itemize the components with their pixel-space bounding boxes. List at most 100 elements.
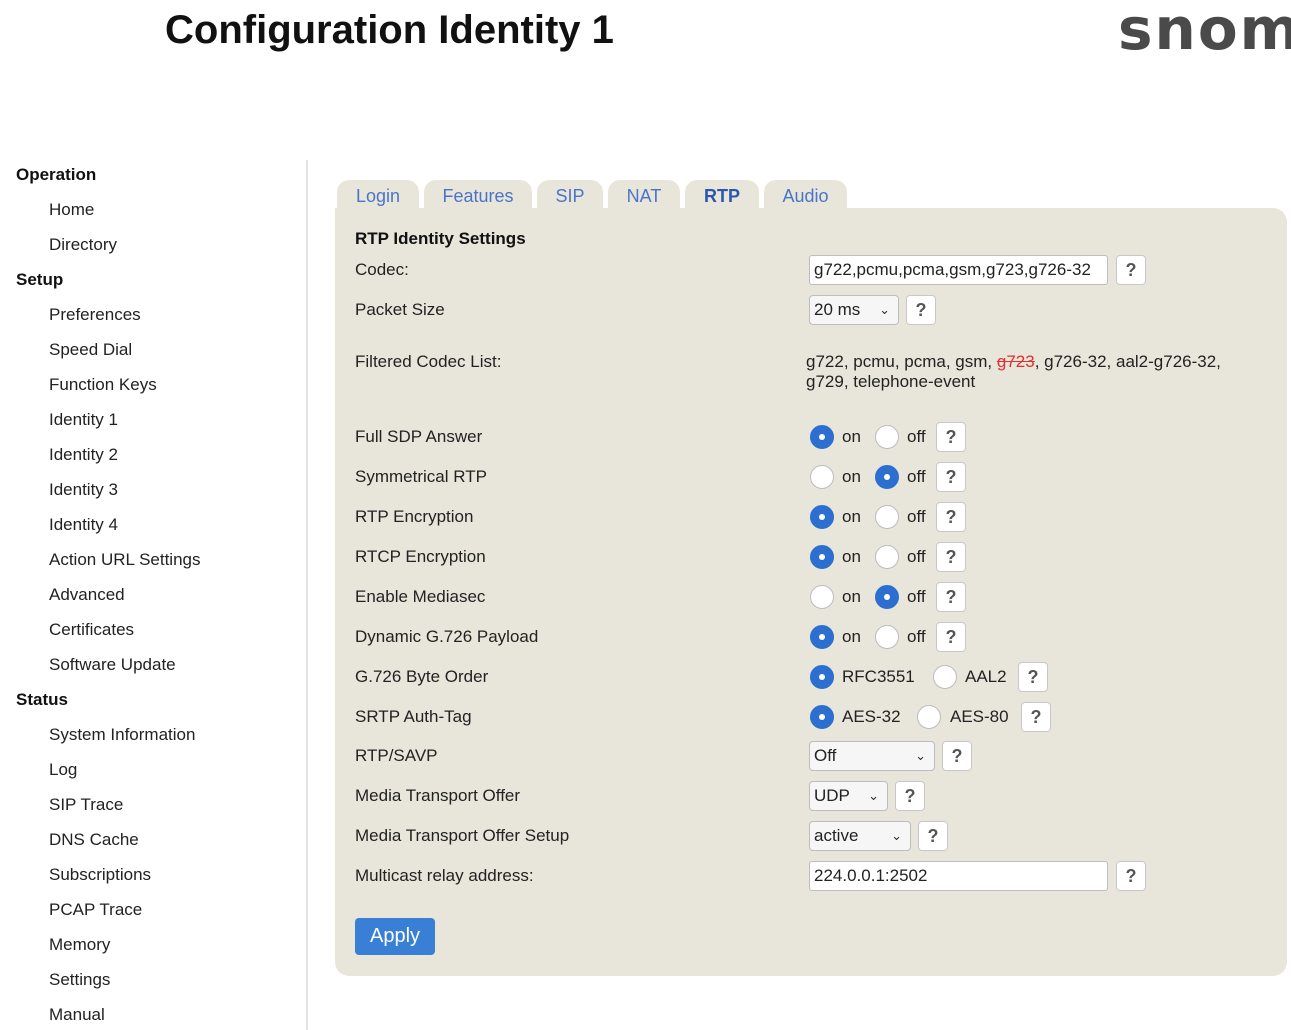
g-726-byte-order-label: G.726 Byte Order [355,667,489,686]
filtered-codec-before: g722, pcmu, pcma, gsm, [806,352,997,371]
rtp-encryption-option-label: on [842,507,861,526]
full-sdp-answer-radio-off[interactable] [875,425,899,449]
help-button[interactable]: ? [1116,861,1146,891]
tab-sip[interactable]: SIP [537,180,603,212]
sidebar-item-dns-cache[interactable]: DNS Cache [49,830,139,850]
sidebar-item-memory[interactable]: Memory [49,935,110,955]
multicast-label: Multicast relay address: [355,866,534,885]
chevron-down-icon: ⌄ [915,748,926,763]
enable-mediasec-radio-on[interactable] [810,585,834,609]
enable-mediasec-label: Enable Mediasec [355,587,486,606]
sidebar-item-software-update[interactable]: Software Update [49,655,176,675]
help-button[interactable]: ? [1018,662,1048,692]
rtcp-encryption-radio-on[interactable] [810,545,834,569]
sidebar-item-speed-dial[interactable]: Speed Dial [49,340,132,360]
sidebar-item-log[interactable]: Log [49,760,77,780]
sidebar-item-identity-4[interactable]: Identity 4 [49,515,118,535]
sidebar-item-advanced[interactable]: Advanced [49,585,125,605]
section-title: RTP Identity Settings [355,229,526,248]
snom-logo: snom [1118,0,1291,63]
sidebar-item-certificates[interactable]: Certificates [49,620,134,640]
dynamic-g-726-payload-option-label: on [842,627,861,646]
sidebar-section-status: Status [16,690,68,709]
rtp-encryption-radio-off[interactable] [875,505,899,529]
sidebar-item-identity-3[interactable]: Identity 3 [49,480,118,500]
codec-label: Codec: [355,260,409,279]
rtp-savp-select[interactable]: Off ⌄ [809,741,935,771]
tab-login[interactable]: Login [337,180,419,212]
dynamic-g-726-payload-radio-on[interactable] [810,625,834,649]
symmetrical-rtp-option-label: off [907,467,926,486]
g-726-byte-order-option-label: RFC3551 [842,667,915,686]
rtcp-encryption-option-label: on [842,547,861,566]
help-button[interactable]: ? [936,502,966,532]
tab-nat[interactable]: NAT [608,180,680,212]
media-transport-offer-setup-select[interactable]: active ⌄ [809,821,911,851]
packet-size-select[interactable]: 20 ms ⌄ [809,295,899,325]
sidebar-section-operation: Operation [16,165,97,184]
help-button[interactable]: ? [936,582,966,612]
help-button[interactable]: ? [936,622,966,652]
help-button[interactable]: ? [936,422,966,452]
sidebar-item-pcap-trace[interactable]: PCAP Trace [49,900,142,920]
symmetrical-rtp-label: Symmetrical RTP [355,467,487,486]
g-726-byte-order-radio-rfc3551[interactable] [810,665,834,689]
rtp-encryption-radio-on[interactable] [810,505,834,529]
filtered-codec-list: g722, pcmu, pcma, gsm, g723, g726-32, aa… [806,352,1266,392]
srtp-auth-tag-radio-aes-80[interactable] [917,705,941,729]
tab-features[interactable]: Features [424,180,532,212]
help-button[interactable]: ? [918,821,948,851]
symmetrical-rtp-radio-on[interactable] [810,465,834,489]
help-button[interactable]: ? [942,741,972,771]
sidebar-item-settings[interactable]: Settings [49,970,110,990]
chevron-down-icon: ⌄ [891,828,902,843]
enable-mediasec-radio-off[interactable] [875,585,899,609]
sidebar-item-identity-1[interactable]: Identity 1 [49,410,118,430]
help-button[interactable]: ? [906,295,936,325]
rtcp-encryption-radio-off[interactable] [875,545,899,569]
codec-input[interactable]: g722,pcmu,pcma,gsm,g723,g726-32 [809,255,1108,285]
tab-rtp[interactable]: RTP [685,180,759,212]
srtp-auth-tag-option-label: AES-80 [950,707,1009,726]
packet-size-value: 20 ms [814,300,861,319]
help-button[interactable]: ? [936,542,966,572]
page-title: Configuration Identity 1 [165,8,614,52]
help-button[interactable]: ? [936,462,966,492]
full-sdp-answer-option-label: on [842,427,861,446]
rtp-savp-label: RTP/SAVP [355,746,438,765]
tab-audio[interactable]: Audio [764,180,847,212]
media-transport-offer-setup-value: active [814,826,859,845]
sidebar-item-home[interactable]: Home [49,200,94,220]
media-transport-offer-setup-label: Media Transport Offer Setup [355,826,570,845]
full-sdp-answer-option-label: off [907,427,926,446]
sidebar-item-preferences[interactable]: Preferences [49,305,141,325]
sidebar-item-function-keys[interactable]: Function Keys [49,375,157,395]
sidebar-item-sip-trace[interactable]: SIP Trace [49,795,123,815]
dynamic-g-726-payload-radio-off[interactable] [875,625,899,649]
dynamic-g-726-payload-label: Dynamic G.726 Payload [355,627,539,646]
symmetrical-rtp-radio-off[interactable] [875,465,899,489]
help-button[interactable]: ? [1116,255,1146,285]
srtp-auth-tag-label: SRTP Auth-Tag [355,707,472,726]
rtcp-encryption-label: RTCP Encryption [355,547,486,566]
sidebar-item-subscriptions[interactable]: Subscriptions [49,865,151,885]
sidebar-item-action-url-settings[interactable]: Action URL Settings [49,550,201,570]
help-button[interactable]: ? [1021,702,1051,732]
g-726-byte-order-radio-aal2[interactable] [933,665,957,689]
filtered-codec-label: Filtered Codec List: [355,352,502,371]
srtp-auth-tag-option-label: AES-32 [842,707,901,726]
packet-size-label: Packet Size [355,300,445,319]
filtered-codec-struck: g723 [996,352,1035,371]
apply-button[interactable]: Apply [355,918,435,955]
full-sdp-answer-radio-on[interactable] [810,425,834,449]
multicast-address-input[interactable]: 224.0.0.1:2502 [809,861,1108,891]
media-transport-offer-select[interactable]: UDP ⌄ [809,781,888,811]
sidebar-item-system-information[interactable]: System Information [49,725,195,745]
sidebar-item-directory[interactable]: Directory [49,235,117,255]
srtp-auth-tag-radio-aes-32[interactable] [810,705,834,729]
sidebar-item-identity-2[interactable]: Identity 2 [49,445,118,465]
help-button[interactable]: ? [895,781,925,811]
rtcp-encryption-option-label: off [907,547,926,566]
sidebar-item-manual[interactable]: Manual [49,1005,105,1025]
rtp-encryption-option-label: off [907,507,926,526]
